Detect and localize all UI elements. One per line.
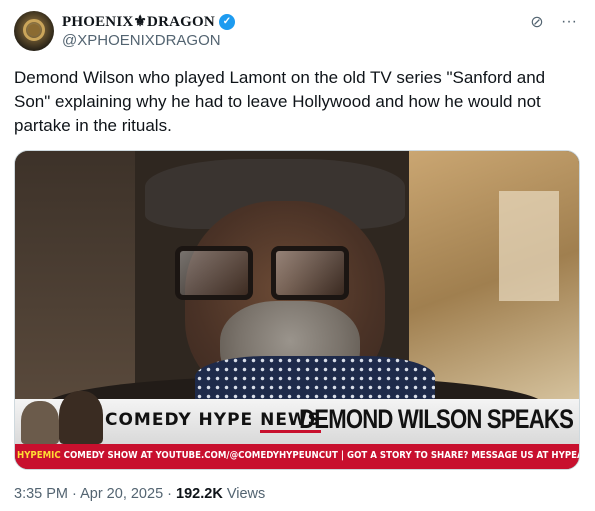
more-icon[interactable]: ···: [559, 12, 579, 32]
author-handle[interactable]: @XPHOENIXDRAGON: [62, 32, 221, 49]
grok-icon[interactable]: ⊘: [527, 12, 547, 32]
banner-headline: DEMOND WILSON SPEAKS: [299, 404, 574, 434]
tweet-date[interactable]: Apr 20, 2025: [80, 486, 163, 502]
ticker-brand: HYPEMIC: [17, 450, 61, 461]
tweet-time[interactable]: 3:35 PM: [14, 486, 68, 502]
views-label: Views: [222, 486, 266, 502]
lower-third-banner: COMEDY HYPE NEWS DEMOND WILSON SPEAKS: [15, 391, 579, 444]
views-count[interactable]: 192.2K: [176, 486, 223, 502]
glasses: [175, 246, 365, 306]
banner-brand: COMEDY HYPE NEWS: [105, 410, 321, 433]
news-ticker: HYPEMIC COMEDY SHOW AT YOUTUBE.COM/@COME…: [15, 444, 579, 469]
tweet-actions-top: ⊘ ···: [527, 12, 579, 32]
author-avatar[interactable]: [14, 11, 54, 51]
video-player[interactable]: COMEDY HYPE NEWS DEMOND WILSON SPEAKS HY…: [14, 150, 580, 470]
author-name-row: PHOENIX⚜DRAGON ✓: [62, 12, 235, 31]
author-display-name[interactable]: PHOENIX⚜DRAGON: [62, 12, 215, 31]
verified-badge-icon[interactable]: ✓: [218, 13, 235, 30]
banner-thumbnail: [21, 391, 103, 444]
ticker-text: COMEDY SHOW AT YOUTUBE.COM/@COMEDYHYPEUN…: [63, 450, 579, 461]
tweet-text: Demond Wilson who played Lamont on the o…: [14, 68, 546, 135]
tweet-meta: 3:35 PM · Apr 20, 2025 · 192.2K Views: [14, 486, 266, 502]
